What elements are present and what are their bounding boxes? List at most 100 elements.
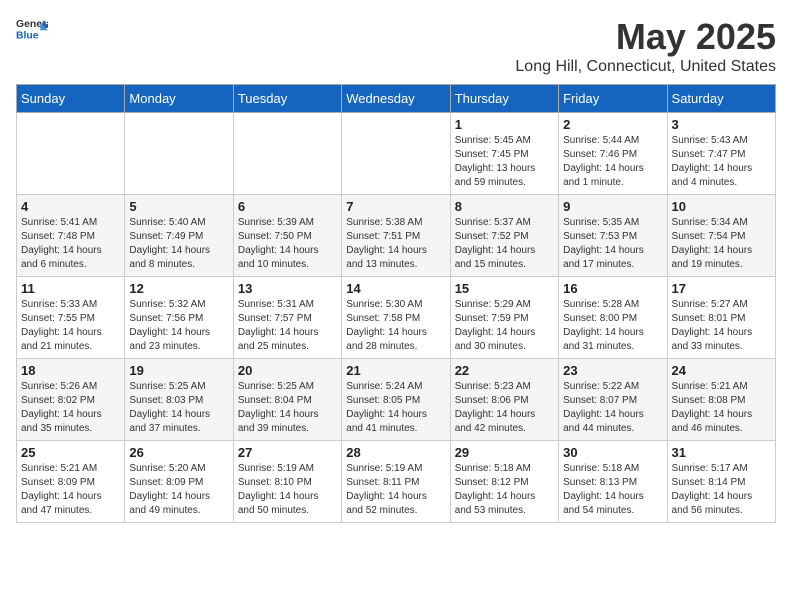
calendar-cell: 6 Sunrise: 5:39 AM Sunset: 7:50 PM Daylig… — [233, 195, 341, 277]
day-info: Sunrise: 5:28 AM Sunset: 8:00 PM Dayligh… — [563, 298, 662, 354]
calendar-week-5: 25Sunrise: 5:21 AM Sunset: 8:09 PM Dayli… — [17, 441, 776, 523]
calendar-cell: 24 Sunrise: 5:21 AM Sunset: 8:08 PM Dayli… — [667, 359, 775, 441]
calendar-cell — [17, 113, 125, 195]
logo-icon: General Blue — [16, 16, 48, 44]
day-number: 6 — [238, 199, 337, 214]
calendar-week-2: 4 Sunrise: 5:41 AM Sunset: 7:48 PM Daylig… — [17, 195, 776, 277]
day-info: Sunrise: 5:19 AM Sunset: 8:11 PM Dayligh… — [346, 462, 445, 518]
day-number: 1 — [455, 117, 554, 132]
day-number: 8 — [455, 199, 554, 214]
day-number: 5 — [129, 199, 228, 214]
day-info: Sunrise: 5:33 AM Sunset: 7:55 PM Dayligh… — [21, 298, 120, 354]
day-number: 21 — [346, 363, 445, 378]
day-info: Sunrise: 5:22 AM Sunset: 8:07 PM Dayligh… — [563, 380, 662, 436]
day-number: 7 — [346, 199, 445, 214]
day-number: 24 — [672, 363, 771, 378]
calendar-table: SundayMondayTuesdayWednesdayThursdayFrid… — [16, 84, 776, 523]
calendar-cell: 5 Sunrise: 5:40 AM Sunset: 7:49 PM Daylig… — [125, 195, 233, 277]
day-number: 31 — [672, 445, 771, 460]
day-info: Sunrise: 5:37 AM Sunset: 7:52 PM Dayligh… — [455, 216, 554, 272]
header-sunday: Sunday — [17, 85, 125, 113]
calendar-cell: 19 Sunrise: 5:25 AM Sunset: 8:03 PM Dayli… — [125, 359, 233, 441]
calendar-cell: 18Sunrise: 5:26 AM Sunset: 8:02 PM Dayli… — [17, 359, 125, 441]
calendar-cell: 13 Sunrise: 5:31 AM Sunset: 7:57 PM Dayli… — [233, 277, 341, 359]
day-number: 22 — [455, 363, 554, 378]
day-info: Sunrise: 5:39 AM Sunset: 7:50 PM Dayligh… — [238, 216, 337, 272]
day-number: 19 — [129, 363, 228, 378]
day-info: Sunrise: 5:38 AM Sunset: 7:51 PM Dayligh… — [346, 216, 445, 272]
calendar-cell: 4 Sunrise: 5:41 AM Sunset: 7:48 PM Daylig… — [17, 195, 125, 277]
calendar-cell: 22Sunrise: 5:23 AM Sunset: 8:06 PM Dayli… — [450, 359, 558, 441]
day-number: 17 — [672, 281, 771, 296]
calendar-cell — [125, 113, 233, 195]
calendar-week-3: 11 Sunrise: 5:33 AM Sunset: 7:55 PM Dayli… — [17, 277, 776, 359]
calendar-cell: 10 Sunrise: 5:34 AM Sunset: 7:54 PM Dayli… — [667, 195, 775, 277]
day-number: 2 — [563, 117, 662, 132]
day-info: Sunrise: 5:18 AM Sunset: 8:13 PM Dayligh… — [563, 462, 662, 518]
calendar-week-1: 1 Sunrise: 5:45 AM Sunset: 7:45 PM Daylig… — [17, 113, 776, 195]
logo: General Blue — [16, 16, 48, 44]
day-number: 11 — [21, 281, 120, 296]
calendar-cell: 25Sunrise: 5:21 AM Sunset: 8:09 PM Dayli… — [17, 441, 125, 523]
calendar-cell: 2 Sunrise: 5:44 AM Sunset: 7:46 PM Daylig… — [559, 113, 667, 195]
day-number: 29 — [455, 445, 554, 460]
header-saturday: Saturday — [667, 85, 775, 113]
day-number: 3 — [672, 117, 771, 132]
day-info: Sunrise: 5:21 AM Sunset: 8:09 PM Dayligh… — [21, 462, 120, 518]
page-header: General Blue May 2025 Long Hill, Connect… — [16, 16, 776, 76]
day-info: Sunrise: 5:27 AM Sunset: 8:01 PM Dayligh… — [672, 298, 771, 354]
header-wednesday: Wednesday — [342, 85, 450, 113]
day-header-row: SundayMondayTuesdayWednesdayThursdayFrid… — [17, 85, 776, 113]
day-number: 10 — [672, 199, 771, 214]
day-number: 13 — [238, 281, 337, 296]
day-info: Sunrise: 5:35 AM Sunset: 7:53 PM Dayligh… — [563, 216, 662, 272]
svg-text:Blue: Blue — [16, 30, 39, 41]
day-number: 28 — [346, 445, 445, 460]
calendar-cell: 14 Sunrise: 5:30 AM Sunset: 7:58 PM Dayli… — [342, 277, 450, 359]
calendar-cell: 9Sunrise: 5:35 AM Sunset: 7:53 PM Daylig… — [559, 195, 667, 277]
day-info: Sunrise: 5:25 AM Sunset: 8:03 PM Dayligh… — [129, 380, 228, 436]
day-info: Sunrise: 5:19 AM Sunset: 8:10 PM Dayligh… — [238, 462, 337, 518]
day-info: Sunrise: 5:17 AM Sunset: 8:14 PM Dayligh… — [672, 462, 771, 518]
day-info: Sunrise: 5:45 AM Sunset: 7:45 PM Dayligh… — [455, 134, 554, 190]
calendar-cell: 21 Sunrise: 5:24 AM Sunset: 8:05 PM Dayli… — [342, 359, 450, 441]
calendar-cell: 12Sunrise: 5:32 AM Sunset: 7:56 PM Dayli… — [125, 277, 233, 359]
day-info: Sunrise: 5:44 AM Sunset: 7:46 PM Dayligh… — [563, 134, 662, 190]
day-number: 16 — [563, 281, 662, 296]
header-tuesday: Tuesday — [233, 85, 341, 113]
day-info: Sunrise: 5:26 AM Sunset: 8:02 PM Dayligh… — [21, 380, 120, 436]
day-info: Sunrise: 5:43 AM Sunset: 7:47 PM Dayligh… — [672, 134, 771, 190]
day-info: Sunrise: 5:32 AM Sunset: 7:56 PM Dayligh… — [129, 298, 228, 354]
calendar-cell: 23Sunrise: 5:22 AM Sunset: 8:07 PM Dayli… — [559, 359, 667, 441]
calendar-cell — [233, 113, 341, 195]
day-info: Sunrise: 5:24 AM Sunset: 8:05 PM Dayligh… — [346, 380, 445, 436]
day-info: Sunrise: 5:31 AM Sunset: 7:57 PM Dayligh… — [238, 298, 337, 354]
calendar-cell: 15Sunrise: 5:29 AM Sunset: 7:59 PM Dayli… — [450, 277, 558, 359]
calendar-cell: 7 Sunrise: 5:38 AM Sunset: 7:51 PM Daylig… — [342, 195, 450, 277]
calendar-cell: 17 Sunrise: 5:27 AM Sunset: 8:01 PM Dayli… — [667, 277, 775, 359]
day-info: Sunrise: 5:30 AM Sunset: 7:58 PM Dayligh… — [346, 298, 445, 354]
calendar-cell: 3 Sunrise: 5:43 AM Sunset: 7:47 PM Daylig… — [667, 113, 775, 195]
page-subtitle: Long Hill, Connecticut, United States — [515, 58, 776, 76]
calendar-cell: 28 Sunrise: 5:19 AM Sunset: 8:11 PM Dayli… — [342, 441, 450, 523]
day-number: 20 — [238, 363, 337, 378]
header-friday: Friday — [559, 85, 667, 113]
day-number: 14 — [346, 281, 445, 296]
calendar-cell: 30Sunrise: 5:18 AM Sunset: 8:13 PM Dayli… — [559, 441, 667, 523]
day-number: 15 — [455, 281, 554, 296]
day-number: 4 — [21, 199, 120, 214]
day-number: 26 — [129, 445, 228, 460]
title-block: May 2025 Long Hill, Connecticut, United … — [515, 16, 776, 76]
page-title: May 2025 — [515, 16, 776, 58]
calendar-cell: 27 Sunrise: 5:19 AM Sunset: 8:10 PM Dayli… — [233, 441, 341, 523]
header-thursday: Thursday — [450, 85, 558, 113]
day-info: Sunrise: 5:34 AM Sunset: 7:54 PM Dayligh… — [672, 216, 771, 272]
calendar-cell: 1 Sunrise: 5:45 AM Sunset: 7:45 PM Daylig… — [450, 113, 558, 195]
calendar-cell: 26Sunrise: 5:20 AM Sunset: 8:09 PM Dayli… — [125, 441, 233, 523]
day-info: Sunrise: 5:21 AM Sunset: 8:08 PM Dayligh… — [672, 380, 771, 436]
day-info: Sunrise: 5:18 AM Sunset: 8:12 PM Dayligh… — [455, 462, 554, 518]
day-info: Sunrise: 5:41 AM Sunset: 7:48 PM Dayligh… — [21, 216, 120, 272]
day-number: 27 — [238, 445, 337, 460]
day-info: Sunrise: 5:40 AM Sunset: 7:49 PM Dayligh… — [129, 216, 228, 272]
calendar-week-4: 18Sunrise: 5:26 AM Sunset: 8:02 PM Dayli… — [17, 359, 776, 441]
